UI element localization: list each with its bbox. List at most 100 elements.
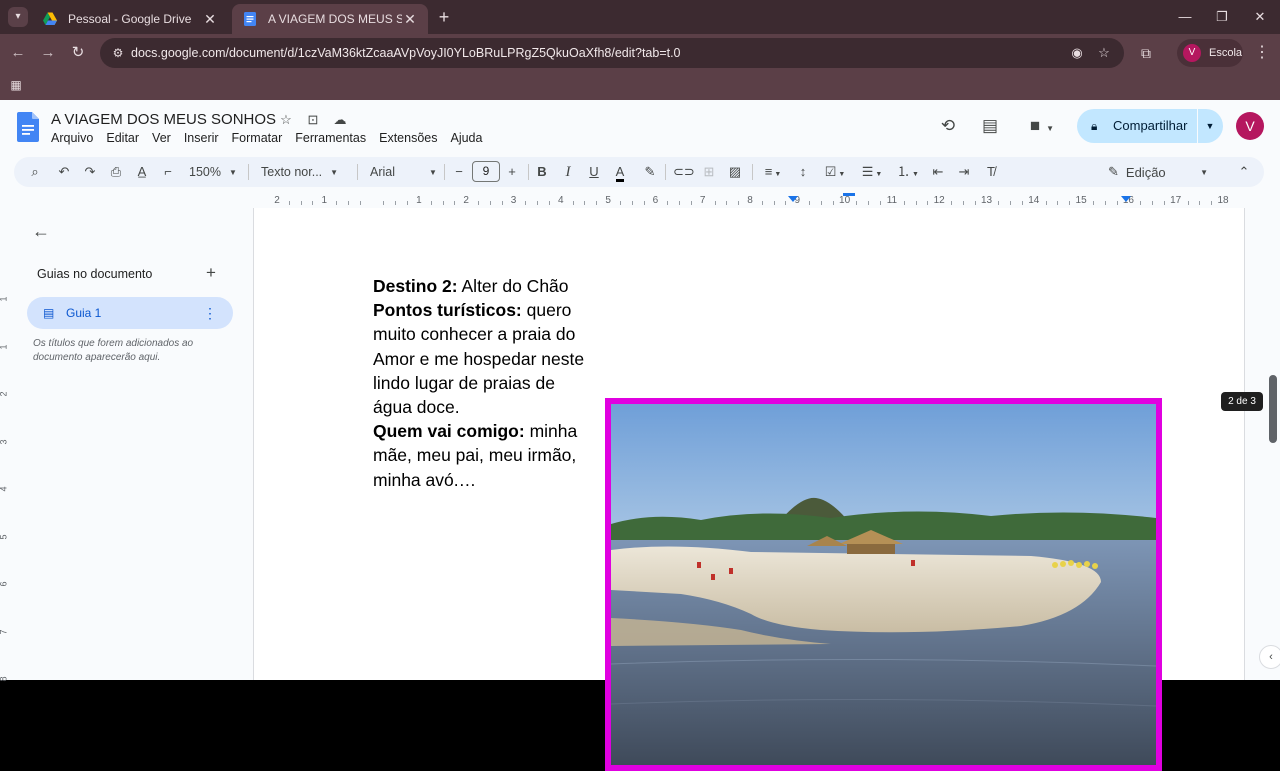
ruler-minor-mark [548,201,550,205]
menu-editar[interactable]: Editar [106,131,139,145]
user-avatar[interactable]: V [1236,112,1264,140]
document-title[interactable]: A VIAGEM DOS MEUS SONHOS [51,111,276,128]
ruler-tick-label: 13 [980,195,993,206]
ruler-minor-mark [1069,201,1071,205]
checklist-icon[interactable]: ☑ ▼ [821,162,849,182]
italic-icon[interactable]: I [559,162,577,182]
zoom-select[interactable]: 150% ▼ [189,162,241,182]
close-tab-icon[interactable]: ✕ [402,11,418,28]
redo-icon[interactable]: ↷ [81,162,99,182]
share-dropdown-icon[interactable]: ▼ [1201,118,1219,134]
browser-menu-icon[interactable]: ⋮ [1252,43,1272,63]
reload-icon[interactable]: ↻ [68,43,88,63]
insert-image-icon[interactable]: ▨ [726,162,744,182]
paragraph-style-select[interactable]: Texto nor... ▼ [261,162,349,182]
vertical-scrollbar[interactable] [1269,375,1277,443]
paint-format-icon[interactable]: ⌐ [159,162,177,182]
undo-icon[interactable]: ↶ [55,162,73,182]
minimize-icon[interactable]: — [1175,7,1195,27]
collapse-menus-icon[interactable]: ⌃ [1235,162,1253,182]
insert-link-icon[interactable]: ⊂⊃ [673,162,695,182]
ruler-minor-mark [312,201,314,205]
ruler-tick-label: 18 [1217,195,1229,206]
menu-formatar[interactable]: Formatar [232,131,283,145]
url-text[interactable]: docs.google.com/document/d/1czVaM36ktZca… [131,46,681,60]
clear-formatting-icon[interactable]: T̸ [982,162,1000,182]
highlight-color-icon[interactable]: ✎ [641,162,659,182]
ruler-minor-mark [726,201,728,205]
numbered-list-icon[interactable]: ⒈ ▼ [894,162,922,182]
spellcheck-icon[interactable]: A̲ [133,162,151,182]
add-tab-icon[interactable]: + [202,264,220,282]
bookmark-star-icon[interactable]: ☆ [1095,44,1113,62]
formatting-toolbar: ⌕ ↶ ↷ ⎙ A̲ ⌐ 150% ▼ Texto nor... ▼ Arial ▼ … [14,157,1264,187]
ruler-minor-mark [1092,201,1094,205]
star-icon[interactable]: ☆ [277,111,295,129]
forward-icon[interactable]: → [38,43,58,63]
close-tab-icon[interactable]: ✕ [202,11,218,28]
beach-photo[interactable] [605,398,1162,771]
text-color-icon[interactable]: A [611,162,629,182]
menu-extensoes[interactable]: Extensões [379,131,437,145]
document-body[interactable]: Destino 2: Alter do Chão Pontos turístic… [373,274,597,492]
increase-indent-icon[interactable]: ⇥ [955,162,973,182]
horizontal-ruler[interactable]: 2 1 1 2 3 4 5 6 7 8 9 10 11 12 13 14 15 16 17 18 [252,189,1246,207]
version-history-icon[interactable]: ⟲ [936,114,960,138]
decrease-font-size-icon[interactable]: − [451,162,467,182]
right-indent-marker[interactable] [1121,196,1131,202]
document-page[interactable]: Destino 2: Alter do Chão Pontos turístic… [253,208,1245,771]
profile-chip[interactable]: V Escola [1177,39,1243,67]
new-tab-icon[interactable]: + [434,7,454,27]
browser-tab-doc[interactable]: A VIAGEM DOS MEUS SONHOS ✕ [232,4,428,34]
ruler-minor-mark [430,201,432,205]
ruler-minor-mark [442,201,444,205]
location-icon[interactable]: ◉ [1068,44,1086,62]
side-panel-toggle-icon[interactable]: ‹ [1259,645,1280,669]
ruler-minor-mark [880,201,882,205]
ruler-tick-label: 1 [321,195,328,206]
ruler-minor-mark [1057,201,1059,205]
line-spacing-icon[interactable]: ↕ [794,162,812,182]
decrease-indent-icon[interactable]: ⇤ [929,162,947,182]
bulleted-list-icon[interactable]: ☰ ▼ [858,162,886,182]
add-comment-icon[interactable]: ⊞ [700,162,718,182]
sidebar-tab-guia-1[interactable]: ▤ Guia 1 ⋮ [27,297,233,329]
menu-arquivo[interactable]: Arquivo [51,131,93,145]
underline-icon[interactable]: U [585,162,603,182]
font-size-input[interactable]: 9 [472,161,500,182]
ruler-minor-mark [501,201,503,205]
apps-grid-icon[interactable]: ▦ [8,77,24,93]
search-menus-icon[interactable]: ⌕ [26,162,44,182]
menu-ajuda[interactable]: Ajuda [450,131,482,145]
url-omnibox[interactable]: ⚙ docs.google.com/document/d/1czVaM36ktZ… [100,38,1124,68]
extensions-icon[interactable]: ⧉ [1136,43,1156,63]
browser-tab-drive[interactable]: Pessoal - Google Drive ✕ [32,4,228,34]
increase-font-size-icon[interactable]: + [504,162,520,182]
share-button[interactable]: 🔒︎ Compartilhar ▼ [1077,109,1223,143]
close-window-icon[interactable]: ✕ [1250,7,1270,27]
align-icon[interactable]: ≡ ▼ [759,162,787,182]
meet-video-icon[interactable]: ■ ▼ [1024,114,1060,138]
menu-ferramentas[interactable]: Ferramentas [295,131,366,145]
site-info-icon[interactable]: ⚙ [110,45,126,61]
print-icon[interactable]: ⎙ [107,162,125,182]
comments-icon[interactable]: ▤ [978,114,1002,138]
left-indent-marker[interactable] [788,196,798,202]
font-family-select[interactable]: Arial ▼ [370,162,437,182]
menu-ver[interactable]: Ver [152,131,171,145]
back-icon[interactable]: ← [8,43,28,63]
tab-options-icon[interactable]: ⋮ [203,304,217,322]
cloud-saved-icon: ☁ [333,112,347,127]
docs-logo-icon[interactable] [17,112,39,142]
restore-icon[interactable]: ❐ [1212,7,1232,27]
first-line-indent-marker[interactable] [843,193,855,196]
close-outline-arrow-icon[interactable]: ← [30,220,52,242]
tab-search-icon[interactable]: ▾ [8,7,28,27]
bold-icon[interactable]: B [533,162,551,182]
editing-mode-select[interactable]: ✎ Edição ▼ [1096,160,1220,184]
move-folder-icon[interactable]: ⊡ [304,111,322,129]
ruler-minor-mark [832,201,834,205]
outline-hint: Os títulos que forem adicionados ao docu… [33,338,194,363]
docs-app: A VIAGEM DOS MEUS SONHOS ☆ ⊡ ☁ Arquivo E… [0,100,1280,771]
menu-inserir[interactable]: Inserir [184,131,219,145]
